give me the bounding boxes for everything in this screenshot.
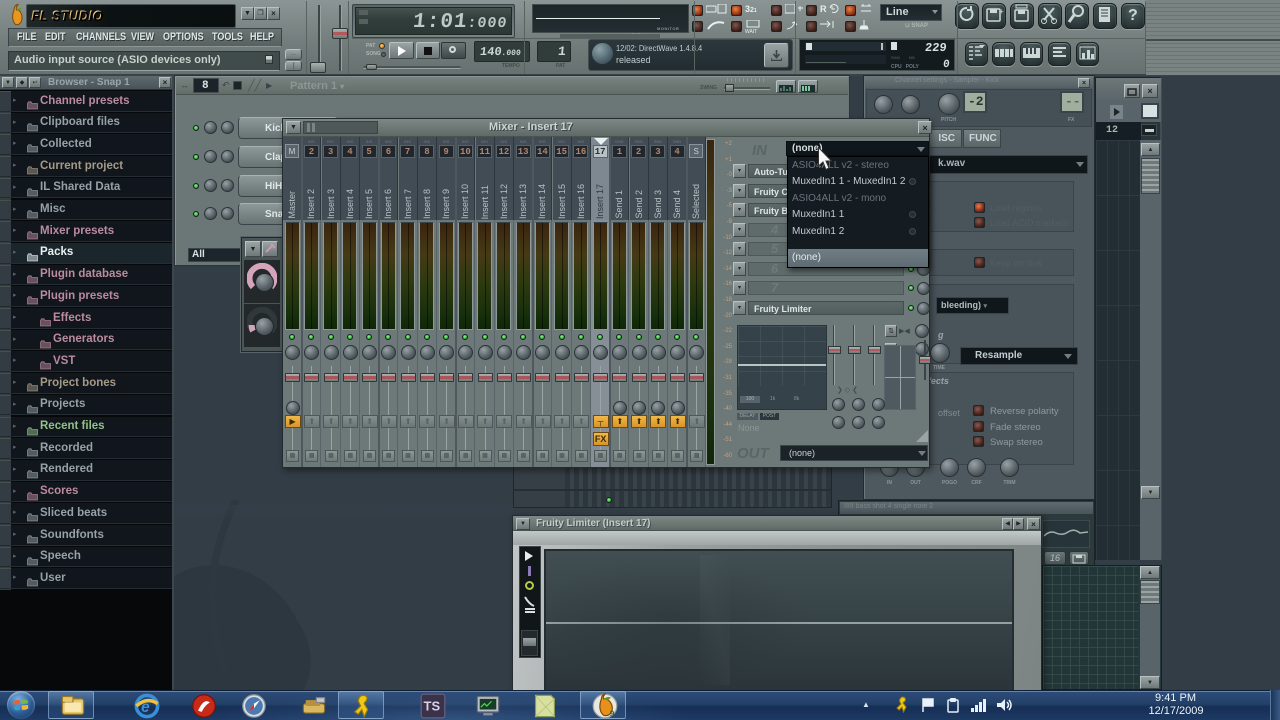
svg-text:9: 9 <box>610 710 615 719</box>
svg-text:WAIT: WAIT <box>745 29 757 34</box>
svg-text:+: + <box>999 7 1004 16</box>
svg-text:R: R <box>820 4 827 14</box>
svg-text:?: ? <box>1128 7 1138 24</box>
svg-text:e: e <box>141 699 150 716</box>
svg-text:321: 321 <box>745 4 757 14</box>
svg-text:TS: TS <box>424 699 441 714</box>
